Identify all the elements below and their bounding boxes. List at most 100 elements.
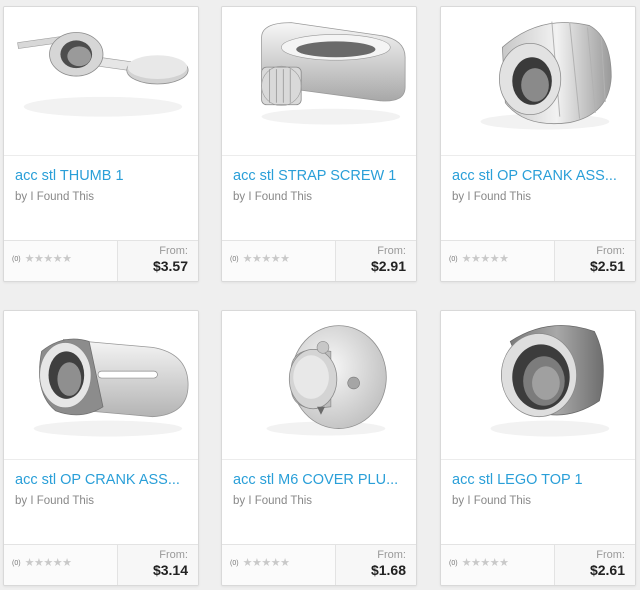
price-from-label: From: [596, 245, 625, 257]
rating-count: (0) [449, 559, 458, 567]
thumb-lever-part-icon [17, 32, 189, 117]
product-card[interactable]: acc stl LEGO TOP 1 by I Found This (0) ★… [440, 310, 636, 586]
rating-count: (0) [449, 255, 458, 263]
price-from-label: From: [159, 549, 188, 561]
product-price: $3.14 [152, 562, 188, 578]
rating: (0) ★ ★ ★ ★ ★ [449, 253, 509, 265]
star-icon: ★ [242, 253, 253, 265]
star-icon: ★ [461, 557, 472, 569]
star-icon: ★ [489, 557, 500, 569]
price-from-label: From: [377, 549, 406, 561]
star-icon: ★ [261, 253, 271, 265]
product-card[interactable]: acc stl THUMB 1 by I Found This (0) ★ ★ ★ ★… [3, 6, 199, 282]
strap-screw-part-icon [261, 22, 406, 125]
star-icon: ★ [280, 557, 290, 569]
product-image[interactable] [4, 7, 198, 156]
cover-plug-part-icon [266, 325, 387, 436]
star-icon: ★ [261, 557, 271, 569]
star-icon: ★ [270, 557, 281, 569]
product-image[interactable] [222, 311, 416, 460]
product-image[interactable] [441, 311, 635, 460]
product-price: $3.57 [152, 258, 188, 274]
rating-stars: ★ ★ ★ ★ ★ [25, 557, 72, 569]
rating-count: (0) [12, 559, 21, 567]
product-title[interactable]: acc stl THUMB 1 [15, 168, 190, 184]
price-box: From: $2.51 [554, 241, 635, 281]
product-card[interactable]: acc stl M6 COVER PLU... by I Found This … [221, 310, 417, 586]
rating-stars: ★ ★ ★ ★ ★ [462, 253, 509, 265]
star-icon: ★ [43, 557, 53, 569]
star-icon: ★ [470, 557, 481, 569]
star-icon: ★ [33, 557, 44, 569]
rating-stars: ★ ★ ★ ★ ★ [462, 557, 509, 569]
crank-knob-part-icon [480, 21, 612, 130]
product-title[interactable]: acc stl OP CRANK ASS... [452, 168, 627, 184]
product-card[interactable]: acc stl OP CRANK ASS... by I Found This … [3, 310, 199, 586]
price-from-label: From: [377, 245, 406, 257]
product-footer: (0) ★ ★ ★ ★ ★ From: $3.14 [4, 544, 198, 585]
star-icon: ★ [52, 557, 63, 569]
star-icon: ★ [499, 253, 509, 265]
rating-count: (0) [230, 255, 239, 263]
product-author[interactable]: by I Found This [452, 191, 531, 203]
product-author[interactable]: by I Found This [452, 495, 531, 507]
star-icon: ★ [24, 557, 35, 569]
rating-count: (0) [230, 559, 239, 567]
product-card[interactable]: acc stl OP CRANK ASS... by I Found This … [440, 6, 636, 282]
star-icon: ★ [480, 557, 490, 569]
product-footer: (0) ★ ★ ★ ★ ★ From: $2.61 [441, 544, 635, 585]
price-box: From: $3.57 [117, 241, 198, 281]
rating-count: (0) [12, 255, 21, 263]
product-image[interactable] [222, 7, 416, 156]
rating-stars: ★ ★ ★ ★ ★ [243, 253, 290, 265]
product-grid: acc stl THUMB 1 by I Found This (0) ★ ★ ★ ★… [0, 0, 640, 590]
star-icon: ★ [62, 557, 72, 569]
rating: (0) ★ ★ ★ ★ ★ [230, 557, 290, 569]
star-icon: ★ [461, 253, 472, 265]
product-author[interactable]: by I Found This [15, 191, 94, 203]
product-title[interactable]: acc stl STRAP SCREW 1 [233, 168, 408, 184]
product-author[interactable]: by I Found This [15, 495, 94, 507]
product-author[interactable]: by I Found This [233, 495, 312, 507]
star-icon: ★ [24, 253, 35, 265]
product-footer: (0) ★ ★ ★ ★ ★ From: $1.68 [222, 544, 416, 585]
rating-stars: ★ ★ ★ ★ ★ [25, 253, 72, 265]
price-from-label: From: [159, 245, 188, 257]
rating: (0) ★ ★ ★ ★ ★ [12, 253, 72, 265]
product-title[interactable]: acc stl OP CRANK ASS... [15, 472, 190, 488]
product-footer: (0) ★ ★ ★ ★ ★ From: $2.51 [441, 240, 635, 281]
star-icon: ★ [499, 557, 509, 569]
star-icon: ★ [52, 253, 63, 265]
product-footer: (0) ★ ★ ★ ★ ★ From: $2.91 [222, 240, 416, 281]
price-from-label: From: [596, 549, 625, 561]
price-box: From: $2.91 [335, 241, 416, 281]
star-icon: ★ [251, 557, 262, 569]
price-box: From: $1.68 [335, 545, 416, 585]
lego-top-part-icon [490, 325, 610, 437]
product-image[interactable] [441, 7, 635, 156]
crank-arm-part-icon [33, 338, 189, 437]
star-icon: ★ [62, 253, 72, 265]
product-price: $2.51 [589, 258, 625, 274]
star-icon: ★ [489, 253, 500, 265]
rating-stars: ★ ★ ★ ★ ★ [243, 557, 290, 569]
star-icon: ★ [251, 253, 262, 265]
star-icon: ★ [33, 253, 44, 265]
star-icon: ★ [43, 253, 53, 265]
product-card[interactable]: acc stl STRAP SCREW 1 by I Found This (0… [221, 6, 417, 282]
star-icon: ★ [280, 253, 290, 265]
product-title[interactable]: acc stl LEGO TOP 1 [452, 472, 627, 488]
price-box: From: $3.14 [117, 545, 198, 585]
product-price: $1.68 [370, 562, 406, 578]
rating: (0) ★ ★ ★ ★ ★ [449, 557, 509, 569]
rating: (0) ★ ★ ★ ★ ★ [230, 253, 290, 265]
product-price: $2.61 [589, 562, 625, 578]
product-footer: (0) ★ ★ ★ ★ ★ From: $3.57 [4, 240, 198, 281]
star-icon: ★ [270, 253, 281, 265]
rating: (0) ★ ★ ★ ★ ★ [12, 557, 72, 569]
product-price: $2.91 [370, 258, 406, 274]
product-image[interactable] [4, 311, 198, 460]
star-icon: ★ [480, 253, 490, 265]
product-title[interactable]: acc stl M6 COVER PLU... [233, 472, 408, 488]
product-author[interactable]: by I Found This [233, 191, 312, 203]
